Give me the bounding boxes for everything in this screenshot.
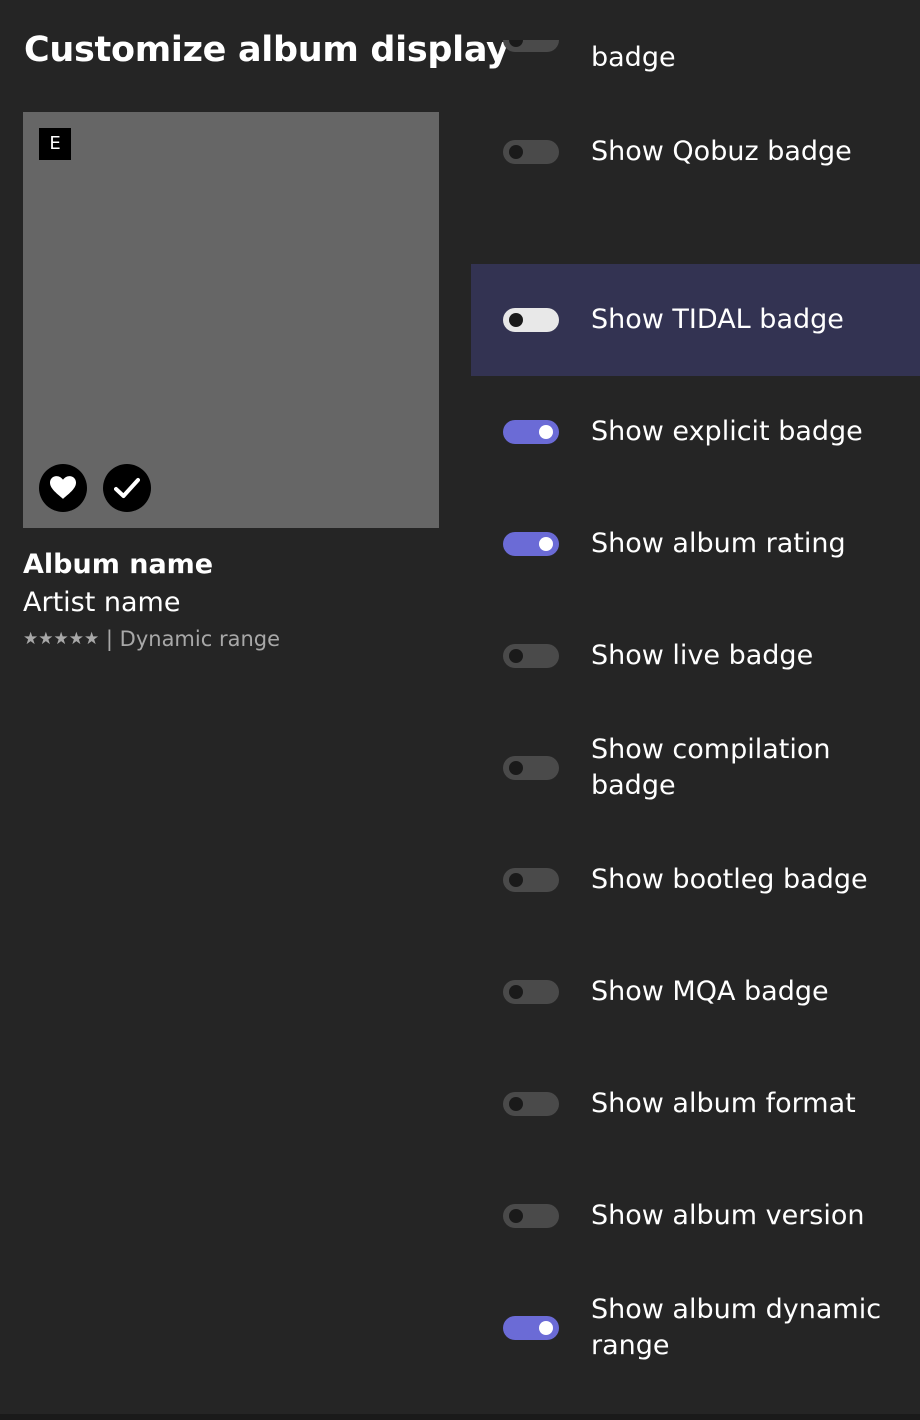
setting-label: Show album dynamic range bbox=[591, 1294, 882, 1361]
setting-label: Show compilation badge bbox=[591, 734, 831, 801]
album-cover-placeholder: E bbox=[23, 112, 439, 528]
page-title: Customize album display bbox=[24, 30, 509, 70]
setting-label: Show MQA badge bbox=[591, 976, 829, 1007]
settings-list: Show "In library" badge Show Qobuz badge… bbox=[471, 40, 920, 1420]
toggle-knob bbox=[509, 145, 523, 159]
customize-album-display-screen: Customize album display E Album name Art… bbox=[0, 0, 920, 1420]
setting-row-tidal-badge[interactable]: Show TIDAL badge bbox=[471, 264, 920, 376]
setting-row-album-rating[interactable]: Show album rating bbox=[471, 488, 920, 600]
setting-label: Show explicit badge bbox=[591, 416, 863, 447]
heart-icon bbox=[39, 464, 87, 512]
toggle-in-library-badge[interactable] bbox=[503, 40, 559, 52]
toggle-album-dynamic-range[interactable] bbox=[503, 1316, 559, 1340]
toggle-knob bbox=[509, 985, 523, 999]
setting-row-bootleg-badge[interactable]: Show bootleg badge bbox=[471, 824, 920, 936]
toggle-knob bbox=[539, 425, 553, 439]
toggle-qobuz-badge[interactable] bbox=[503, 140, 559, 164]
setting-label: Show TIDAL badge bbox=[591, 304, 844, 335]
toggle-knob bbox=[509, 873, 523, 887]
setting-row-album-format[interactable]: Show album format bbox=[471, 1048, 920, 1160]
toggle-tidal-badge[interactable] bbox=[503, 308, 559, 332]
toggle-knob bbox=[509, 761, 523, 775]
dynamic-range-label: Dynamic range bbox=[119, 627, 281, 651]
album-preview: E Album name Artist name ★★★★★ | Dynamic… bbox=[23, 112, 439, 652]
setting-label: Show album format bbox=[591, 1088, 856, 1119]
album-meta-line: ★★★★★ | Dynamic range bbox=[23, 626, 439, 652]
toggle-bootleg-badge[interactable] bbox=[503, 868, 559, 892]
setting-label: Show "In library" badge bbox=[591, 42, 676, 73]
toggle-explicit-badge[interactable] bbox=[503, 420, 559, 444]
setting-row-mqa-badge[interactable]: Show MQA badge bbox=[471, 936, 920, 1048]
setting-row-album-dynamic-range[interactable]: Show album dynamic range bbox=[471, 1272, 920, 1384]
setting-row-live-badge[interactable]: Show live badge bbox=[471, 600, 920, 712]
toggle-mqa-badge[interactable] bbox=[503, 980, 559, 1004]
setting-label: Show bootleg badge bbox=[591, 864, 868, 895]
cover-icons bbox=[39, 464, 151, 512]
toggle-live-badge[interactable] bbox=[503, 644, 559, 668]
setting-label: Show album rating bbox=[591, 528, 846, 559]
toggle-compilation-badge[interactable] bbox=[503, 756, 559, 780]
setting-row-album-version[interactable]: Show album version bbox=[471, 1160, 920, 1272]
checkmark-icon bbox=[103, 464, 151, 512]
explicit-badge: E bbox=[39, 128, 71, 160]
setting-row-qobuz-badge[interactable]: Show Qobuz badge bbox=[471, 96, 920, 208]
toggle-album-version[interactable] bbox=[503, 1204, 559, 1228]
toggle-album-rating[interactable] bbox=[503, 532, 559, 556]
setting-row-in-library-badge[interactable]: Show "In library" badge bbox=[471, 40, 920, 96]
bottom-divider bbox=[0, 1414, 920, 1420]
setting-label: Show Qobuz badge bbox=[591, 136, 852, 167]
toggle-knob bbox=[509, 313, 523, 327]
setting-label: Show album version bbox=[591, 1200, 865, 1231]
album-name: Album name bbox=[23, 549, 214, 580]
toggle-knob bbox=[509, 1209, 523, 1223]
setting-row-explicit-badge[interactable]: Show explicit badge bbox=[471, 376, 920, 488]
toggle-knob bbox=[539, 537, 553, 551]
rating-stars: ★★★★★ bbox=[23, 629, 100, 649]
toggle-album-format[interactable] bbox=[503, 1092, 559, 1116]
setting-label: Show live badge bbox=[591, 640, 814, 671]
artist-name: Artist name bbox=[23, 587, 181, 618]
toggle-knob bbox=[539, 1321, 553, 1335]
toggle-knob bbox=[509, 649, 523, 663]
toggle-knob bbox=[509, 40, 523, 47]
toggle-knob bbox=[509, 1097, 523, 1111]
meta-separator: | bbox=[105, 627, 113, 651]
setting-row-compilation-badge[interactable]: Show compilation badge bbox=[471, 712, 920, 824]
